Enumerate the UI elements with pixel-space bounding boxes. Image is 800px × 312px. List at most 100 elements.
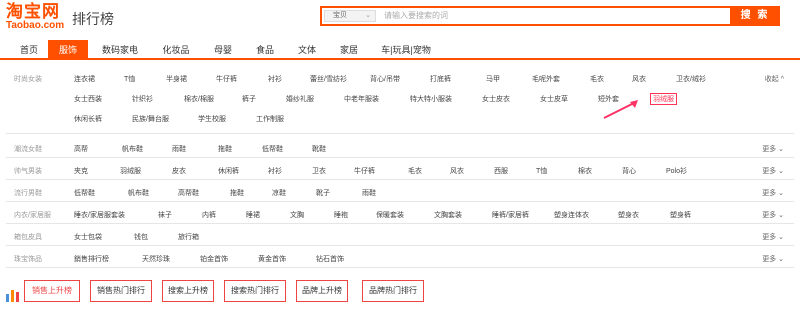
category-link[interactable]: 夹克 — [74, 166, 88, 176]
nav-item-clothing[interactable]: 服饰 — [48, 40, 88, 60]
tab-search-hot[interactable]: 搜索热门排行 — [224, 280, 286, 302]
more-link[interactable]: 更多 ⌄ — [762, 232, 784, 242]
more-link[interactable]: 更多 ⌄ — [762, 210, 784, 220]
category-link[interactable]: 靴鞋 — [312, 144, 326, 154]
category-link[interactable]: 女士包袋 — [74, 232, 102, 242]
category-link[interactable]: 靴子 — [316, 188, 330, 198]
category-link[interactable]: 女士皮衣 — [482, 94, 510, 104]
category-link[interactable]: 睡裤/家居裤 — [492, 210, 529, 220]
category-link[interactable]: 拖鞋 — [218, 144, 232, 154]
category-link[interactable]: 休闲裤 — [218, 166, 239, 176]
category-link[interactable]: 毛衣 — [408, 166, 422, 176]
category-link[interactable]: 羽绒服 — [120, 166, 141, 176]
search-input[interactable]: 请输入要搜索的词 — [384, 10, 664, 22]
taobao-logo[interactable]: 淘宝网 Taobao.com — [6, 3, 66, 33]
more-link[interactable]: 更多 ⌄ — [762, 166, 784, 176]
category-link[interactable]: 皮衣 — [172, 166, 186, 176]
category-link[interactable]: 黄金首饰 — [258, 254, 286, 264]
category-link[interactable]: 裤子 — [242, 94, 256, 104]
category-link[interactable]: 工作制服 — [256, 114, 284, 124]
category-link[interactable]: 拖鞋 — [230, 188, 244, 198]
category-link[interactable]: 塑身连体衣 — [554, 210, 589, 220]
category-link[interactable]: 袜子 — [158, 210, 172, 220]
category-link[interactable]: Polo衫 — [666, 166, 687, 176]
nav-item-cosmetics[interactable]: 化妆品 — [156, 40, 196, 60]
category-link[interactable]: 睡袍 — [334, 210, 348, 220]
category-link[interactable]: 毛衣 — [590, 74, 604, 84]
tab-brand-hot[interactable]: 品牌热门排行 — [362, 280, 424, 302]
category-link[interactable]: 中老年服装 — [344, 94, 379, 104]
category-link[interactable]: 打底裤 — [430, 74, 451, 84]
more-link[interactable]: 更多 ⌄ — [762, 254, 784, 264]
category-link[interactable]: T恤 — [536, 166, 547, 176]
category-link[interactable]: 内裤 — [202, 210, 216, 220]
category-link[interactable]: 婚纱礼服 — [286, 94, 314, 104]
search-type-select[interactable]: 宝贝 ⌄ — [324, 10, 376, 22]
category-link[interactable]: 天然珍珠 — [142, 254, 170, 264]
category-link[interactable]: 文胸 — [290, 210, 304, 220]
category-link[interactable]: 针织衫 — [132, 94, 153, 104]
category-link[interactable]: 塑身裤 — [670, 210, 691, 220]
nav-item-car-toys-pets[interactable]: 车|玩具|宠物 — [376, 40, 436, 60]
category-link[interactable]: 高帮 — [74, 144, 88, 154]
more-link[interactable]: 更多 ⌄ — [762, 144, 784, 154]
category-link-highlighted[interactable]: 羽绒服 — [650, 93, 677, 105]
nav-item-digital[interactable]: 数码家电 — [96, 40, 144, 60]
category-link[interactable]: 低帮鞋 — [262, 144, 283, 154]
category-link[interactable]: 銷售排行榜 — [74, 254, 109, 264]
category-link[interactable]: 棉衣 — [578, 166, 592, 176]
tab-brand-rising[interactable]: 品牌上升榜 — [296, 280, 348, 302]
category-link[interactable]: 低帮鞋 — [74, 188, 95, 198]
category-link[interactable]: 马甲 — [486, 74, 500, 84]
category-link[interactable]: T恤 — [124, 74, 135, 84]
category-link[interactable]: 女士皮草 — [540, 94, 568, 104]
nav-item-home[interactable]: 首页 — [14, 40, 44, 60]
category-link[interactable]: 棉衣/棉服 — [184, 94, 214, 104]
category-link[interactable]: 钱包 — [134, 232, 148, 242]
category-link[interactable]: 塑身衣 — [618, 210, 639, 220]
category-link[interactable]: 风衣 — [450, 166, 464, 176]
tab-sales-hot[interactable]: 销售热门排行 — [90, 280, 152, 302]
category-link[interactable]: 背心/吊带 — [370, 74, 400, 84]
category-link[interactable]: 毛呢外套 — [532, 74, 560, 84]
category-link[interactable]: 蕾丝/雪纺衫 — [310, 74, 347, 84]
category-link[interactable]: 女士西装 — [74, 94, 102, 104]
category-link[interactable]: 衬衫 — [268, 166, 282, 176]
category-link[interactable]: 雨鞋 — [362, 188, 376, 198]
category-link[interactable]: 连衣裙 — [74, 74, 95, 84]
category-link[interactable]: 学生校服 — [198, 114, 226, 124]
nav-item-food[interactable]: 食品 — [250, 40, 280, 60]
tab-sales-rising[interactable]: 销售上升榜 — [24, 280, 80, 302]
category-link[interactable]: 铂金首饰 — [200, 254, 228, 264]
more-link[interactable]: 更多 ⌄ — [762, 188, 784, 198]
category-link[interactable]: 休闲长裤 — [74, 114, 102, 124]
category-link[interactable]: 旅行箱 — [178, 232, 199, 242]
collapse-link[interactable]: 收起 ^ — [765, 74, 784, 84]
category-link[interactable]: 衬衫 — [268, 74, 282, 84]
category-link[interactable]: 钻石首饰 — [316, 254, 344, 264]
category-link[interactable]: 民族/舞台服 — [132, 114, 169, 124]
category-link[interactable]: 帆布鞋 — [128, 188, 149, 198]
category-link[interactable]: 雨鞋 — [172, 144, 186, 154]
category-link[interactable]: 背心 — [622, 166, 636, 176]
category-link[interactable]: 凉鞋 — [272, 188, 286, 198]
nav-item-home-living[interactable]: 家居 — [334, 40, 364, 60]
category-link[interactable]: 牛仔裤 — [354, 166, 375, 176]
tab-search-rising[interactable]: 搜索上升榜 — [162, 280, 214, 302]
nav-item-baby[interactable]: 母婴 — [208, 40, 238, 60]
category-link[interactable]: 睡裙 — [246, 210, 260, 220]
category-link[interactable]: 牛仔裤 — [216, 74, 237, 84]
category-link[interactable]: 帆布鞋 — [122, 144, 143, 154]
category-link[interactable]: 睡衣/家居服套装 — [74, 210, 125, 220]
category-link[interactable]: 风衣 — [632, 74, 646, 84]
category-link[interactable]: 卫衣 — [312, 166, 326, 176]
category-link[interactable]: 保暖套装 — [376, 210, 404, 220]
category-link[interactable]: 高帮鞋 — [178, 188, 199, 198]
search-button[interactable]: 搜 索 — [730, 6, 780, 26]
category-link[interactable]: 西服 — [494, 166, 508, 176]
category-link[interactable]: 文胸套装 — [434, 210, 462, 220]
category-link[interactable]: 卫衣/绒衫 — [676, 74, 706, 84]
nav-item-sports[interactable]: 文体 — [292, 40, 322, 60]
category-link[interactable]: 特大特小服装 — [410, 94, 452, 104]
category-link[interactable]: 半身裙 — [166, 74, 187, 84]
